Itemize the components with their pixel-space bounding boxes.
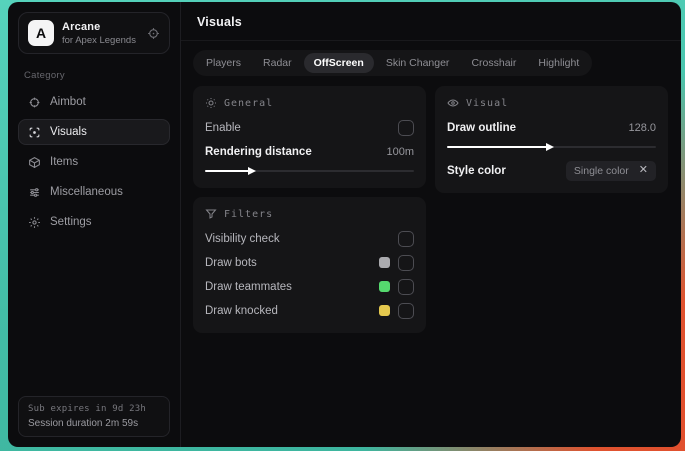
panel-title-label: General — [224, 97, 274, 109]
visual-panel-header: Visual — [447, 97, 656, 109]
sidebar-item-label: Settings — [50, 216, 92, 228]
draw-teammates-label: Draw teammates — [205, 280, 292, 293]
style-color-selected-value: Single color — [573, 164, 629, 177]
style-color-select[interactable]: Single color ✕ — [565, 160, 656, 181]
draw-knocked-label: Draw knocked — [205, 304, 278, 317]
brand-subtitle: for Apex Legends — [62, 34, 136, 46]
filters-panel: Filters Visibility check Draw bots Draw … — [193, 197, 426, 333]
session-duration-text: Session duration 2m 59s — [28, 418, 139, 429]
draw-outline-label: Draw outline — [447, 121, 517, 134]
app-window: A Arcane for Apex Legends Category Aimbo… — [8, 2, 681, 447]
draw-outline-value: 128.0 — [628, 121, 656, 134]
scan-icon — [28, 126, 41, 139]
tab-highlight[interactable]: Highlight — [528, 53, 589, 73]
panel-title-label: Visual — [466, 97, 509, 109]
tab-radar[interactable]: Radar — [253, 53, 302, 73]
slider-thumb[interactable] — [247, 167, 256, 175]
sub-expires-text: Sub expires in 9d 23h — [28, 404, 146, 414]
tab-skin-changer[interactable]: Skin Changer — [376, 53, 460, 73]
gear-icon — [28, 216, 41, 229]
sidebar-item-visuals[interactable]: Visuals — [18, 119, 170, 145]
clear-icon[interactable]: ✕ — [639, 165, 648, 176]
sidebar-item-miscellaneous[interactable]: Miscellaneous — [18, 179, 170, 205]
main-content: Visuals Players Radar OffScreen Skin Cha… — [181, 2, 681, 447]
crosshair-icon — [28, 96, 41, 109]
sidebar-item-settings[interactable]: Settings — [18, 209, 170, 235]
draw-bots-checkbox[interactable] — [398, 254, 414, 271]
draw-teammates-checkbox[interactable] — [398, 278, 414, 295]
rendering-distance-value: 100m — [386, 145, 414, 158]
visibility-check-label: Visibility check — [205, 232, 280, 245]
draw-knocked-checkbox[interactable] — [398, 302, 414, 319]
brand-title: Arcane — [62, 20, 101, 33]
visibility-check-checkbox[interactable] — [398, 230, 414, 247]
slider-thumb[interactable] — [546, 143, 555, 151]
sidebar-item-label: Visuals — [50, 126, 87, 138]
tab-offscreen[interactable]: OffScreen — [303, 53, 374, 73]
target-icon[interactable] — [147, 27, 160, 40]
brand-card: A Arcane for Apex Legends — [18, 12, 170, 54]
eye-icon — [447, 97, 459, 109]
draw-bots-color-swatch[interactable] — [379, 257, 390, 268]
panel-title-label: Filters — [224, 208, 274, 220]
package-icon — [28, 156, 41, 169]
sun-icon — [205, 97, 217, 109]
sidebar-item-label: Miscellaneous — [50, 186, 123, 198]
rendering-distance-label: Rendering distance — [205, 145, 312, 158]
rendering-distance-slider[interactable] — [205, 166, 414, 176]
general-panel: General Enable Rendering distance 100m — [193, 86, 426, 188]
main-header: Visuals — [181, 2, 681, 41]
draw-bots-label: Draw bots — [205, 256, 257, 269]
draw-teammates-color-swatch[interactable] — [379, 281, 390, 292]
funnel-icon — [205, 208, 217, 220]
sidebar: A Arcane for Apex Legends Category Aimbo… — [8, 2, 181, 447]
general-panel-header: General — [205, 97, 414, 109]
tab-strip: Players Radar OffScreen Skin Changer Cro… — [193, 50, 593, 76]
sidebar-item-aimbot[interactable]: Aimbot — [18, 89, 170, 115]
tab-players[interactable]: Players — [196, 53, 251, 73]
style-color-label: Style color — [447, 164, 506, 177]
draw-outline-slider[interactable] — [447, 142, 656, 152]
sidebar-item-label: Aimbot — [50, 96, 86, 108]
sidebar-nav: Aimbot Visuals Items Miscellaneous Setti… — [18, 89, 170, 235]
enable-checkbox[interactable] — [398, 119, 414, 136]
enable-label: Enable — [205, 121, 241, 134]
brand-text: Arcane for Apex Legends — [62, 21, 139, 46]
content-grid: General Enable Rendering distance 100m F… — [181, 76, 681, 343]
subscription-card: Sub expires in 9d 23h Session duration 2… — [18, 396, 170, 437]
category-label: Category — [24, 70, 65, 81]
visual-panel: Visual Draw outline 128.0 Style color Si… — [435, 86, 668, 193]
draw-knocked-color-swatch[interactable] — [379, 305, 390, 316]
tab-crosshair[interactable]: Crosshair — [461, 53, 526, 73]
sidebar-item-items[interactable]: Items — [18, 149, 170, 175]
brand-logo: A — [28, 20, 54, 46]
filters-panel-header: Filters — [205, 208, 414, 220]
sidebar-item-label: Items — [50, 156, 79, 168]
sliders-icon — [28, 186, 41, 199]
page-title: Visuals — [197, 15, 242, 29]
